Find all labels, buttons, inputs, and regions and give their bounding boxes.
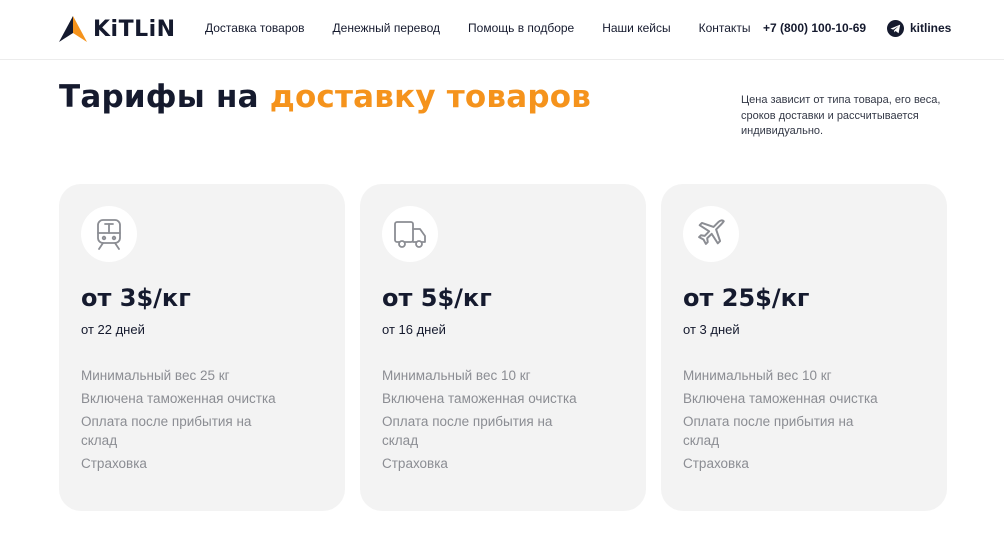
nav-item-selection-help[interactable]: Помощь в подборе bbox=[468, 21, 574, 36]
feature-item: Включена таможенная очистка bbox=[382, 391, 577, 406]
train-icon bbox=[81, 206, 137, 262]
nav-item-money-transfer[interactable]: Денежный перевод bbox=[333, 21, 440, 36]
feature-item: Оплата после прибытия на склад bbox=[382, 414, 553, 448]
nav-item-delivery[interactable]: Доставка товаров bbox=[205, 21, 305, 36]
telegram-link[interactable]: kitlines bbox=[887, 20, 951, 37]
tariff-price: от 3$/кг bbox=[81, 284, 191, 312]
telegram-icon bbox=[887, 20, 904, 37]
feature-item: Страховка bbox=[382, 456, 448, 471]
feature-item: Включена таможенная очистка bbox=[683, 391, 878, 406]
tariff-card-rail: от 3$/кг от 22 дней Минимальный вес 25 к… bbox=[59, 184, 345, 511]
telegram-label: kitlines bbox=[910, 21, 952, 35]
feature-item: Оплата после прибытия на склад bbox=[81, 414, 252, 448]
logo-link[interactable]: KiTLiN bbox=[59, 16, 176, 42]
feature-item: Включена таможенная очистка bbox=[81, 391, 276, 406]
nav-item-contacts[interactable]: Контакты bbox=[699, 21, 751, 36]
phone-link[interactable]: +7 (800) 100-10-69 bbox=[763, 21, 866, 36]
logo-text: KiTLiN bbox=[93, 16, 176, 42]
feature-item: Минимальный вес 25 кг bbox=[81, 368, 230, 383]
price-note: Цена зависит от типа товара, его веса, с… bbox=[741, 94, 941, 137]
truck-icon bbox=[382, 206, 438, 262]
feature-item: Страховка bbox=[81, 456, 147, 471]
tariff-duration: от 16 дней bbox=[382, 322, 446, 337]
tariff-duration: от 22 дней bbox=[81, 322, 145, 337]
tariff-features: Минимальный вес 10 кг Включена таможенна… bbox=[683, 366, 883, 477]
tariff-card-air: от 25$/кг от 3 дней Минимальный вес 10 к… bbox=[661, 184, 947, 511]
site-header: KiTLiN Доставка товаров Денежный перевод… bbox=[0, 0, 1004, 60]
plane-icon bbox=[683, 206, 739, 262]
tariff-features: Минимальный вес 25 кг Включена таможенна… bbox=[81, 366, 281, 477]
tariff-duration: от 3 дней bbox=[683, 322, 740, 337]
title-accent: доставку товаров bbox=[269, 79, 592, 115]
page-title: Тарифы на доставку товаров bbox=[59, 78, 619, 117]
tariff-features: Минимальный вес 10 кг Включена таможенна… bbox=[382, 366, 582, 477]
main-nav: Доставка товаров Денежный перевод Помощь… bbox=[205, 21, 778, 36]
title-main: Тарифы на bbox=[59, 79, 270, 115]
nav-item-cases[interactable]: Наши кейсы bbox=[602, 21, 670, 36]
kitlin-logo-icon bbox=[59, 16, 87, 42]
tariff-card-truck: от 5$/кг от 16 дней Минимальный вес 10 к… bbox=[360, 184, 646, 511]
feature-item: Минимальный вес 10 кг bbox=[382, 368, 531, 383]
feature-item: Минимальный вес 10 кг bbox=[683, 368, 832, 383]
feature-item: Страховка bbox=[683, 456, 749, 471]
feature-item: Оплата после прибытия на склад bbox=[683, 414, 854, 448]
tariff-price: от 25$/кг bbox=[683, 284, 810, 312]
tariff-price: от 5$/кг bbox=[382, 284, 492, 312]
